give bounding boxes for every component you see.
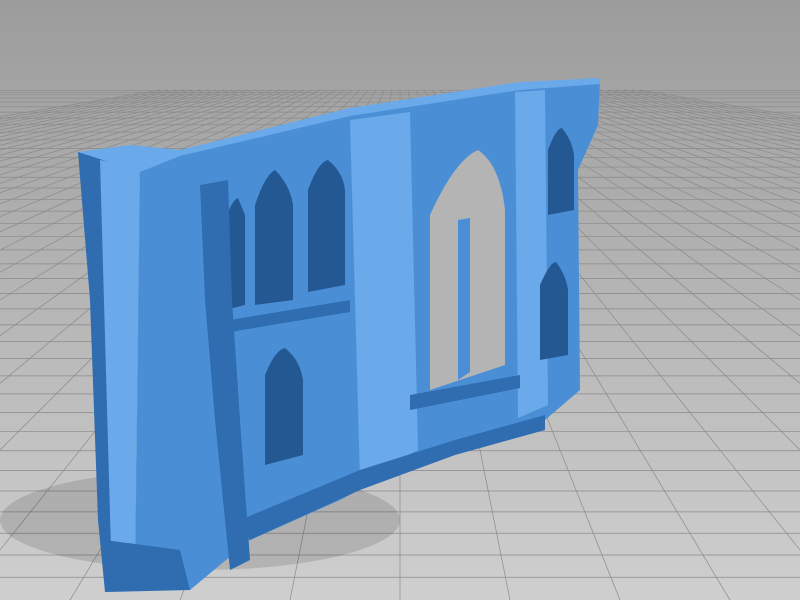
pillar — [515, 90, 548, 418]
small-arch-window — [308, 160, 345, 292]
small-arch-window — [255, 170, 293, 305]
niche-window — [548, 128, 574, 215]
niche-window — [540, 262, 568, 360]
lower-arch-window — [265, 348, 303, 465]
3d-viewport[interactable] — [0, 0, 800, 600]
window-mullion — [458, 218, 470, 380]
pillar — [350, 112, 418, 480]
